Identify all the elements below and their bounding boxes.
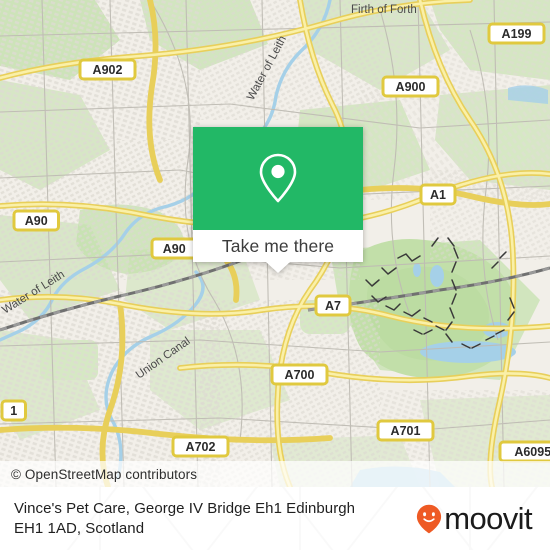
- road-shield-label: A1: [430, 188, 446, 202]
- moovit-wordmark: moovit: [444, 501, 532, 536]
- take-me-there-label: Take me there: [221, 235, 335, 256]
- road-shield-label: A902: [93, 63, 123, 77]
- map-attribution: © OpenStreetMap contributors: [0, 461, 550, 487]
- callout-green-panel: [193, 127, 363, 230]
- road-shield-label: 1: [10, 404, 17, 418]
- address-line-2: EH1 1AD, Scotland: [14, 519, 145, 537]
- road-shield-a7: A7: [314, 294, 352, 317]
- moovit-smiley-pin-icon: [417, 504, 442, 533]
- road-shield-a199: A199: [487, 22, 546, 45]
- map-place-label: Firth of Forth: [351, 4, 417, 16]
- attribution-text: © OpenStreetMap contributors: [11, 466, 198, 482]
- road-shield-a1: A1: [419, 183, 457, 206]
- road-shield-a702: A702: [171, 435, 230, 458]
- road-shield-label: A90: [25, 214, 48, 228]
- take-me-there-callout[interactable]: Take me there: [193, 127, 363, 273]
- callout-tail: [266, 262, 290, 273]
- location-pin-icon: [259, 153, 297, 203]
- road-shield-a900: A900: [381, 75, 440, 98]
- road-shield-a90: A90: [150, 237, 198, 260]
- road-shield-a6095: A6095: [498, 440, 550, 463]
- road-shield-label: A702: [186, 440, 216, 454]
- address-line-1: Vince's Pet Care, George IV Bridge Eh1 E…: [14, 499, 356, 517]
- moovit-map-page: A902 A900 A199 A90 A90 A1 A7 A700 A702 A701 A6095 1…: [0, 0, 550, 550]
- road-shield-label: A6095: [514, 445, 550, 459]
- callout-footer[interactable]: Take me there: [193, 230, 363, 273]
- location-address: Vince's Pet Care, George IV Bridge Eh1 E…: [14, 499, 355, 539]
- road-shield-label: A199: [502, 27, 532, 41]
- moovit-brand[interactable]: moovit: [416, 503, 536, 534]
- page-footer: Vince's Pet Care, George IV Bridge Eh1 E…: [0, 487, 550, 550]
- road-shield-label: A900: [396, 80, 426, 94]
- map-canvas[interactable]: A902 A900 A199 A90 A90 A1 A7 A700 A702 A701 A6095 1…: [0, 0, 550, 487]
- road-shield-label: A700: [285, 368, 315, 382]
- road-shield-a701: A701: [376, 419, 435, 442]
- road-shield-a90: A90: [12, 209, 60, 232]
- road-shield-a902: A902: [78, 58, 137, 81]
- road-shield-a700: A700: [270, 363, 329, 386]
- road-shield-label: A7: [325, 299, 341, 313]
- road-shield-1: 1: [0, 399, 27, 422]
- road-shield-label: A90: [163, 242, 186, 256]
- road-shield-label: A701: [391, 424, 421, 438]
